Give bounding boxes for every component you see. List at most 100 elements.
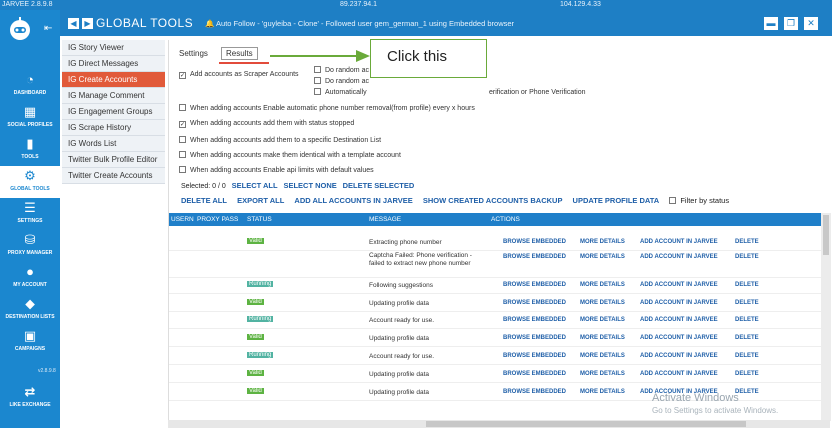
vertical-scrollbar-thumb[interactable]	[823, 215, 829, 255]
col-proxy-pass[interactable]: PROXY PASS	[197, 216, 238, 223]
tool-ig-create-accounts[interactable]: IG Create Accounts	[62, 72, 165, 88]
option-scraper-accounts[interactable]: ✓ Add accounts as Scraper Accounts	[179, 71, 299, 79]
filter-by-status[interactable]: Filter by status	[669, 196, 729, 205]
add-all-accounts-link[interactable]: ADD ALL ACCOUNTS IN JARVEE	[294, 196, 412, 205]
more-details-link[interactable]: MORE DETAILS	[580, 335, 625, 341]
tool-ig-engagement-groups[interactable]: IG Engagement Groups	[62, 104, 165, 120]
add-account-link[interactable]: ADD ACCOUNT IN JARVEE	[640, 353, 718, 359]
minimize-icon[interactable]: ▬	[764, 17, 778, 30]
browse-embedded-link[interactable]: BROWSE EMBEDDED	[503, 389, 566, 395]
browse-embedded-link[interactable]: BROWSE EMBEDDED	[503, 239, 566, 245]
select-all-link[interactable]: SELECT ALL	[232, 181, 278, 190]
option-template-account[interactable]: When adding accounts make them identical…	[179, 151, 401, 159]
checkbox[interactable]	[669, 197, 677, 204]
vertical-scrollbar[interactable]	[821, 213, 831, 421]
tool-ig-manage-comment[interactable]: IG Manage Comment	[62, 88, 165, 104]
show-backup-link[interactable]: SHOW CREATED ACCOUNTS BACKUP	[423, 196, 563, 205]
more-details-link[interactable]: MORE DETAILS	[580, 371, 625, 377]
tool-twitter-bulk-profile-editor[interactable]: Twitter Bulk Profile Editor	[62, 152, 165, 168]
option-api-limits[interactable]: When adding accounts Enable api limits w…	[179, 166, 374, 174]
delete-row-link[interactable]: DELETE	[735, 353, 759, 359]
tool-ig-scrape-history[interactable]: IG Scrape History	[62, 120, 165, 136]
restore-icon[interactable]: ❐	[784, 17, 798, 30]
back-arrow-icon[interactable]: ◀	[68, 18, 79, 29]
checkbox[interactable]	[179, 166, 186, 173]
checkbox[interactable]	[314, 77, 321, 84]
add-account-link[interactable]: ADD ACCOUNT IN JARVEE	[640, 317, 718, 323]
add-account-link[interactable]: ADD ACCOUNT IN JARVEE	[640, 335, 718, 341]
delete-row-link[interactable]: DELETE	[735, 317, 759, 323]
checkbox-checked[interactable]: ✓	[179, 72, 186, 79]
horizontal-scrollbar[interactable]	[168, 420, 830, 428]
browse-embedded-link[interactable]: BROWSE EMBEDDED	[503, 371, 566, 377]
tool-ig-story-viewer[interactable]: IG Story Viewer	[62, 40, 165, 56]
nav-social-profiles[interactable]: ▦ SOCIAL PROFILES	[0, 102, 60, 134]
more-details-link[interactable]: MORE DETAILS	[580, 353, 625, 359]
add-account-link[interactable]: ADD ACCOUNT IN JARVEE	[640, 239, 718, 245]
add-account-link[interactable]: ADD ACCOUNT IN JARVEE	[640, 254, 718, 260]
tool-ig-words-list[interactable]: IG Words List	[62, 136, 165, 152]
horizontal-scrollbar-thumb[interactable]	[426, 421, 746, 427]
option-phone-removal[interactable]: When adding accounts Enable automatic ph…	[179, 104, 475, 112]
more-details-link[interactable]: MORE DETAILS	[580, 300, 625, 306]
select-none-link[interactable]: SELECT NONE	[283, 181, 336, 190]
tab-results[interactable]: Results	[221, 47, 258, 60]
jarvee-logo-icon	[10, 17, 30, 40]
browse-embedded-link[interactable]: BROWSE EMBEDDED	[503, 335, 566, 341]
delete-row-link[interactable]: DELETE	[735, 335, 759, 341]
browse-embedded-link[interactable]: BROWSE EMBEDDED	[503, 254, 566, 260]
browse-embedded-link[interactable]: BROWSE EMBEDDED	[503, 282, 566, 288]
col-username[interactable]: USERN	[171, 216, 194, 223]
tool-ig-direct-messages[interactable]: IG Direct Messages	[62, 56, 165, 72]
delete-row-link[interactable]: DELETE	[735, 254, 759, 260]
checkbox[interactable]	[179, 151, 186, 158]
collapse-menu-icon[interactable]: ⇤	[44, 24, 54, 34]
browse-embedded-link[interactable]: BROWSE EMBEDDED	[503, 353, 566, 359]
add-account-link[interactable]: ADD ACCOUNT IN JARVEE	[640, 300, 718, 306]
add-account-link[interactable]: ADD ACCOUNT IN JARVEE	[640, 282, 718, 288]
nav-destination-lists[interactable]: ⬥ DESTINATION LISTS	[0, 294, 60, 326]
more-details-link[interactable]: MORE DETAILS	[580, 317, 625, 323]
delete-row-link[interactable]: DELETE	[735, 282, 759, 288]
nav-proxy-manager[interactable]: ⛁ PROXY MANAGER	[0, 230, 60, 262]
option-random-1[interactable]: Do random ac	[314, 66, 369, 74]
option-random-2[interactable]: Do random ac	[314, 77, 369, 85]
nav-like-exchange[interactable]: ⇄ LIKE EXCHANGE	[0, 382, 60, 414]
checkbox[interactable]	[314, 66, 321, 73]
option-status-stopped[interactable]: ✓ When adding accounts add them with stat…	[179, 120, 354, 128]
forward-arrow-icon[interactable]: ▶	[82, 18, 93, 29]
delete-row-link[interactable]: DELETE	[735, 371, 759, 377]
nav-campaigns[interactable]: ▣ CAMPAIGNS	[0, 326, 60, 358]
more-details-link[interactable]: MORE DETAILS	[580, 254, 625, 260]
more-details-link[interactable]: MORE DETAILS	[580, 282, 625, 288]
table-row: Valid Extracting phone number BROWSE EMBED…	[169, 235, 831, 251]
browse-embedded-link[interactable]: BROWSE EMBEDDED	[503, 300, 566, 306]
more-details-link[interactable]: MORE DETAILS	[580, 239, 625, 245]
more-details-link[interactable]: MORE DETAILS	[580, 389, 625, 395]
col-message[interactable]: MESSAGE	[369, 216, 401, 223]
nav-my-account[interactable]: ● MY ACCOUNT	[0, 262, 60, 294]
close-icon[interactable]: ✕	[804, 17, 818, 30]
delete-selected-link[interactable]: DELETE SELECTED	[343, 181, 415, 190]
checkbox[interactable]	[179, 136, 186, 143]
export-all-link[interactable]: EXPORT ALL	[237, 196, 284, 205]
nav-settings[interactable]: ☰ SETTINGS	[0, 198, 60, 230]
tool-twitter-create-accounts[interactable]: Twitter Create Accounts	[62, 168, 165, 184]
browse-embedded-link[interactable]: BROWSE EMBEDDED	[503, 317, 566, 323]
add-account-link[interactable]: ADD ACCOUNT IN JARVEE	[640, 371, 718, 377]
checkbox[interactable]	[314, 88, 321, 95]
checkbox-checked[interactable]: ✓	[179, 121, 186, 128]
delete-all-link[interactable]: DELETE ALL	[181, 196, 227, 205]
checkbox[interactable]	[179, 104, 186, 111]
nav-dashboard[interactable]: ◔ DASHBOARD	[0, 70, 60, 102]
tab-settings[interactable]: Settings	[179, 49, 208, 58]
nav-global-tools[interactable]: ⚙ GLOBAL TOOLS	[0, 166, 60, 198]
option-automatically[interactable]: Automatically	[314, 88, 367, 96]
nav-tools[interactable]: ▮ TOOLS	[0, 134, 60, 166]
col-actions[interactable]: ACTIONS	[491, 216, 520, 223]
col-status[interactable]: STATUS	[247, 216, 272, 223]
delete-row-link[interactable]: DELETE	[735, 239, 759, 245]
update-profile-data-link[interactable]: UPDATE PROFILE DATA	[573, 196, 660, 205]
delete-row-link[interactable]: DELETE	[735, 300, 759, 306]
option-destination-list[interactable]: When adding accounts add them to a speci…	[179, 136, 381, 144]
